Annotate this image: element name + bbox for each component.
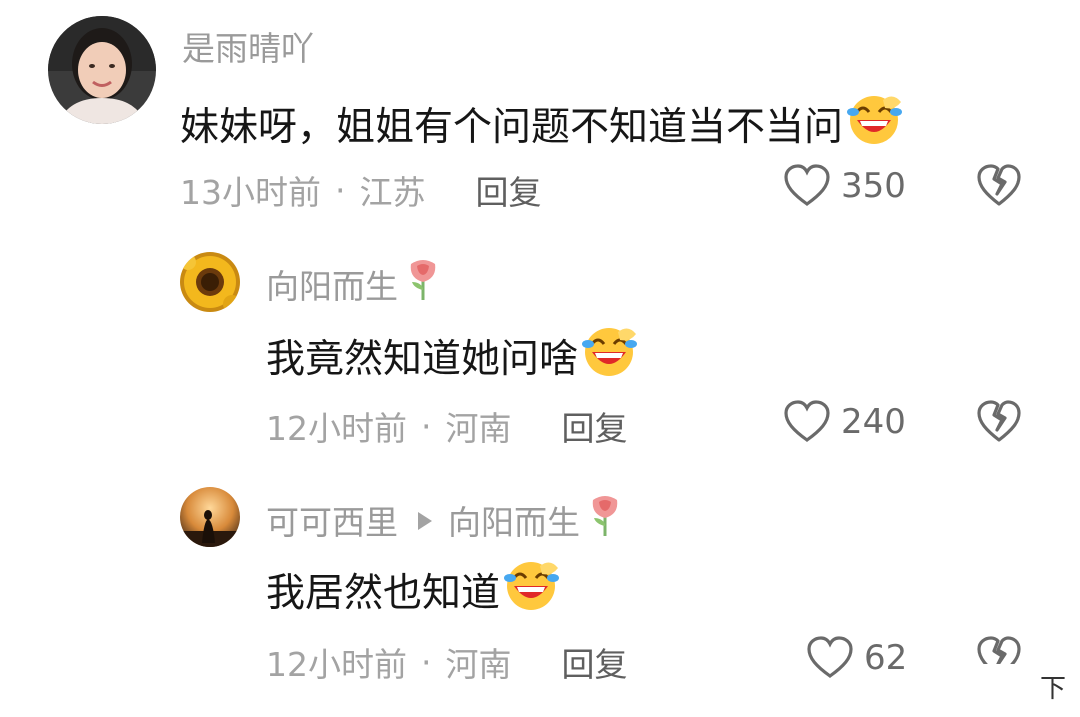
timestamp: 13小时前 <box>180 173 321 212</box>
laughing-crying-emoji-icon <box>580 324 638 388</box>
username-text: 可可西里 <box>266 503 398 542</box>
like-button[interactable]: 62 <box>806 636 907 680</box>
rose-icon <box>406 258 440 310</box>
username[interactable]: 向阳而生 <box>266 258 440 310</box>
reply-button[interactable]: 回复 <box>476 166 542 214</box>
comment-text: 妹妹呀，姐姐有个问题不知道当不当问 <box>180 92 903 156</box>
like-count: 62 <box>864 638 908 678</box>
comment-meta: 12小时前 · 河南 回复 <box>266 638 628 686</box>
location: 江苏 <box>359 173 426 212</box>
comment-body: 妹妹呀，姐姐有个问题不知道当不当问 <box>180 105 844 150</box>
bottom-partial-label[interactable]: 下 <box>1040 668 1066 705</box>
avatar[interactable] <box>180 487 240 547</box>
comment-text: 我竟然知道她问啥 <box>266 324 638 388</box>
avatar[interactable] <box>180 252 240 312</box>
reply-arrow-icon <box>416 501 434 540</box>
comment-meta: 13小时前 · 江苏 回复 <box>180 166 542 214</box>
like-count: 240 <box>841 402 906 442</box>
broken-heart-icon <box>977 164 1021 206</box>
timestamp: 12小时前 <box>266 409 407 448</box>
separator-dot: · <box>421 406 432 446</box>
comment-body: 我居然也知道 <box>266 571 501 616</box>
reply-button[interactable]: 回复 <box>562 402 628 450</box>
like-button[interactable]: 350 <box>783 164 906 208</box>
reply-to-username[interactable]: 向阳而生 <box>448 496 580 544</box>
like-count: 350 <box>841 166 906 206</box>
laughing-crying-emoji-icon <box>845 92 903 156</box>
heart-icon <box>784 400 830 442</box>
avatar[interactable] <box>48 16 156 124</box>
dislike-button[interactable] <box>976 400 1022 448</box>
location: 河南 <box>445 409 512 448</box>
heart-icon <box>807 636 853 678</box>
comment-meta: 12小时前 · 河南 回复 <box>266 402 628 450</box>
timestamp: 12小时前 <box>266 645 407 684</box>
heart-icon <box>784 164 830 206</box>
username-text: 是雨晴吖 <box>182 29 314 68</box>
username[interactable]: 可可西里 向阳而生 <box>266 494 622 546</box>
rose-icon <box>588 494 622 546</box>
location: 河南 <box>445 645 512 684</box>
comment-text: 我居然也知道 <box>266 558 560 622</box>
username[interactable]: 是雨晴吖 <box>182 22 314 70</box>
laughing-crying-emoji-icon <box>502 558 560 622</box>
dislike-button[interactable] <box>976 164 1022 212</box>
reply-button[interactable]: 回复 <box>562 638 628 686</box>
broken-heart-icon <box>977 400 1021 442</box>
separator-dot: · <box>421 642 432 682</box>
separator-dot: · <box>335 170 346 210</box>
username-text: 向阳而生 <box>266 267 398 306</box>
comment-body: 我竟然知道她问啥 <box>266 337 579 382</box>
like-button[interactable]: 240 <box>783 400 906 444</box>
